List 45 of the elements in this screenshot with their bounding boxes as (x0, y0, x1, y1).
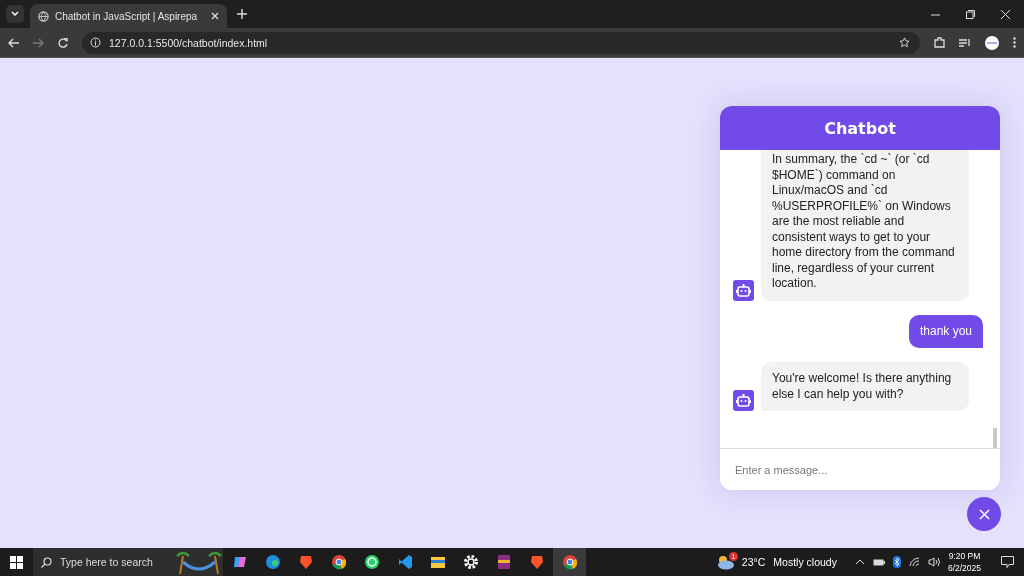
url-text: 127.0.0.1:5500/chatbot/index.html (109, 36, 268, 49)
caret-icon (11, 11, 19, 17)
bot-message: You're welcome! Is there anything else I can help you with? (761, 362, 969, 411)
notifications-icon[interactable] (1001, 556, 1014, 568)
taskbar-search-field[interactable]: Type here to search (33, 548, 223, 576)
tab-title: Chatbot in JavaScript | Aspirepa (55, 10, 199, 22)
puzzle-icon[interactable] (934, 37, 945, 48)
speaker-icon[interactable] (927, 557, 940, 567)
close-chat-button[interactable] (967, 497, 1001, 531)
user-message: thank you (908, 314, 983, 348)
robot-icon (733, 279, 754, 301)
battery-icon[interactable] (872, 558, 885, 566)
chatbot-title: Chatbot (720, 106, 1000, 150)
bluetooth-icon[interactable] (892, 556, 901, 568)
star-icon[interactable] (899, 37, 910, 48)
chevron-up-icon[interactable] (854, 559, 865, 565)
close-icon (978, 508, 990, 520)
clock-date[interactable]: 6/2/2025 (947, 562, 981, 574)
gear-icon[interactable] (461, 553, 480, 571)
scrollbar-thumb[interactable] (993, 428, 997, 448)
weather-text: Mostly cloudy (773, 556, 837, 568)
address-bar[interactable]: 127.0.0.1:5500/chatbot/index.html (82, 31, 920, 54)
restore-icon[interactable] (966, 9, 975, 19)
search-icon (41, 556, 52, 568)
forward-icon[interactable] (33, 37, 44, 48)
clock-time[interactable]: 9:20 PM (948, 550, 981, 562)
wifi-icon[interactable] (908, 557, 920, 567)
browser-tab[interactable]: Chatbot in JavaScript | Aspirepa (30, 4, 228, 28)
profile-avatar-icon[interactable] (985, 35, 999, 50)
search-placeholder: Type here to search (60, 556, 153, 568)
windows-logo-icon[interactable] (10, 555, 23, 569)
bot-message: In summary, the `cd ~` (or `cd $HOME`) command on Linux/macOS and `cd %USERPROFILE%` on Windows are the most reliable and consistent ways to get to your home directory from the command line, regardless of your current location. (761, 150, 969, 301)
close-icon[interactable] (211, 12, 220, 20)
close-icon[interactable] (1001, 9, 1010, 19)
robot-icon (733, 390, 754, 411)
new-tab-icon[interactable] (237, 9, 248, 19)
more-icon[interactable] (1013, 37, 1016, 48)
globe-icon (38, 10, 49, 22)
reload-icon[interactable] (58, 37, 68, 48)
temperature-text: 23°C (741, 556, 766, 568)
back-icon[interactable] (8, 37, 19, 48)
tab-list-button[interactable] (6, 5, 24, 23)
cloud-sun-icon[interactable] (715, 554, 734, 570)
playlist-icon[interactable] (959, 37, 971, 48)
hammock-palm-drawing (175, 550, 223, 574)
